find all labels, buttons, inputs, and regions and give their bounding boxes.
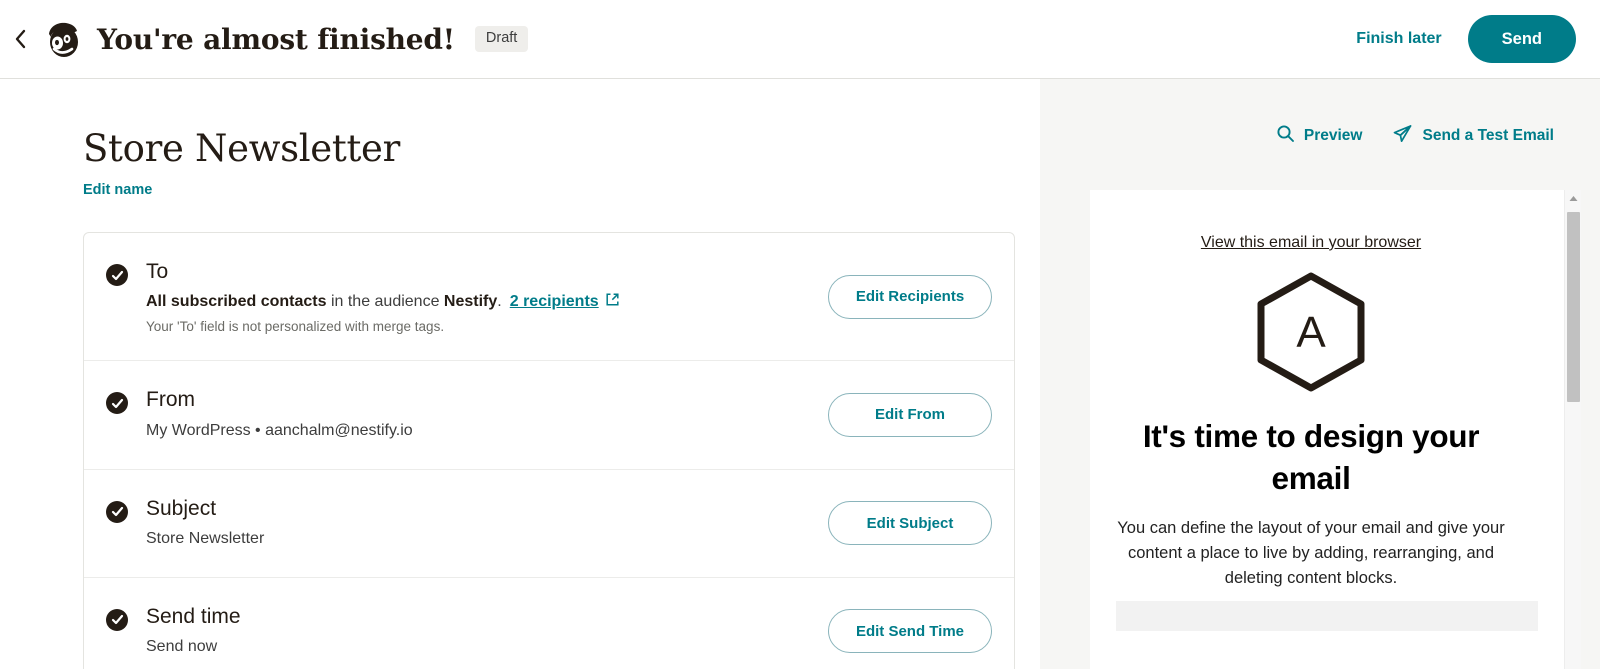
page-header-title: You're almost finished! xyxy=(97,22,455,56)
edit-name-link[interactable]: Edit name xyxy=(83,182,152,198)
preview-button[interactable]: Preview xyxy=(1276,124,1363,148)
send-test-email-label: Send a Test Email xyxy=(1422,127,1554,144)
search-icon xyxy=(1276,124,1295,148)
check-circle-icon xyxy=(106,608,128,631)
checklist-row-subject: Subject Store Newsletter Edit Subject xyxy=(84,470,1014,578)
check-circle-icon xyxy=(106,500,128,523)
summary-mid: in the audience xyxy=(326,293,444,311)
email-logo-letter: A xyxy=(1296,308,1326,357)
finish-later-link[interactable]: Finish later xyxy=(1356,30,1441,48)
email-logo: A xyxy=(1116,270,1506,394)
preview-pane: Preview Send a Test Email View this emai… xyxy=(1040,79,1600,669)
edit-send-time-button[interactable]: Edit Send Time xyxy=(828,609,992,654)
email-preview-body: View this email in your browser A It's t… xyxy=(1090,190,1532,669)
row-content: Subject Store Newsletter xyxy=(146,496,828,551)
edit-recipients-button[interactable]: Edit Recipients xyxy=(828,274,992,319)
top-bar-actions: Finish later Send xyxy=(1356,15,1600,63)
campaign-checklist-page: You're almost finished! Draft Finish lat… xyxy=(0,0,1600,669)
row-summary-subject: Store Newsletter xyxy=(146,529,265,547)
row-content: From My WordPress • aanchalm@nestify.io xyxy=(146,387,828,442)
row-label-from: From xyxy=(146,388,195,412)
row-label-subject: Subject xyxy=(146,496,217,520)
check-circle-icon xyxy=(106,392,128,415)
row-hint-to: Your 'To' field is not personalized with… xyxy=(146,319,445,335)
paper-plane-icon xyxy=(1392,123,1413,149)
edit-from-button[interactable]: Edit From xyxy=(828,392,992,437)
edit-subject-button[interactable]: Edit Subject xyxy=(828,501,992,546)
email-preview-card: View this email in your browser A It's t… xyxy=(1090,190,1564,669)
scroll-up-arrow-icon[interactable] xyxy=(1565,190,1582,207)
audience-scope: All subscribed contacts xyxy=(146,293,327,311)
recipients-count-link[interactable]: 2 recipients xyxy=(510,293,599,310)
back-chevron-icon[interactable] xyxy=(6,29,36,49)
preview-button-label: Preview xyxy=(1303,127,1363,144)
preview-scrollbar[interactable] xyxy=(1564,190,1581,669)
row-content: Send time Send now xyxy=(146,604,828,659)
checklist-row-send-time: Send time Send now Edit Send Time xyxy=(84,578,1014,669)
email-body-text: You can define the layout of your email … xyxy=(1117,518,1505,587)
view-in-browser-link[interactable]: View this email in your browser xyxy=(1201,234,1421,252)
row-summary-to: All subscribed contacts in the audience … xyxy=(146,290,828,315)
row-label-send-time: Send time xyxy=(146,604,241,628)
campaign-title: Store Newsletter xyxy=(83,127,401,170)
row-summary-send-time: Send now xyxy=(146,638,218,655)
status-badge: Draft xyxy=(474,26,529,52)
summary-end: . xyxy=(497,293,502,311)
checklist-pane: Store Newsletter Edit name To All subscr… xyxy=(0,79,1040,669)
send-button[interactable]: Send xyxy=(1467,15,1576,63)
preview-actions: Preview Send a Test Email xyxy=(1040,79,1600,149)
email-heading: It's time to design your email xyxy=(1142,418,1480,496)
audience-name: Nestify xyxy=(443,293,498,311)
scrollbar-thumb[interactable] xyxy=(1567,212,1580,402)
check-circle-icon xyxy=(106,264,128,286)
send-test-email-button[interactable]: Send a Test Email xyxy=(1392,123,1554,149)
mailchimp-freddie-logo-icon xyxy=(42,18,84,60)
hexagon-a-logo-icon: A xyxy=(1257,272,1365,392)
checklist-row-from: From My WordPress • aanchalm@nestify.io … xyxy=(84,361,1014,470)
email-content-block-placeholder xyxy=(1116,601,1538,631)
checklist-row-to: To All subscribed contacts in the audien… xyxy=(84,233,1014,362)
row-content: To All subscribed contacts in the audien… xyxy=(146,259,828,334)
row-summary-from: My WordPress • aanchalm@nestify.io xyxy=(146,421,413,439)
checklist-card: To All subscribed contacts in the audien… xyxy=(83,232,1015,669)
top-bar: You're almost finished! Draft Finish lat… xyxy=(0,0,1600,79)
external-link-icon[interactable] xyxy=(605,293,620,311)
row-label-to: To xyxy=(146,260,169,283)
